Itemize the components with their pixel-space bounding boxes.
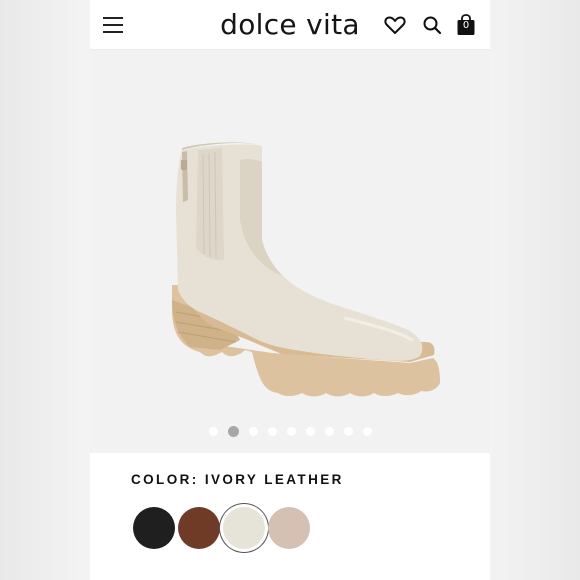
search-icon[interactable]: [420, 13, 444, 37]
swatch-brown[interactable]: [178, 507, 220, 549]
color-label: COLOR:: [131, 472, 199, 487]
product-image-gallery[interactable]: [90, 50, 490, 453]
bag-icon[interactable]: 0: [454, 13, 478, 37]
site-header: dolce vita 0: [90, 0, 490, 50]
bag-count: 0: [462, 20, 470, 31]
backdrop-left: [0, 0, 90, 580]
color-heading: COLOR: IVORY LEATHER: [131, 472, 344, 487]
color-value: IVORY LEATHER: [204, 472, 344, 487]
gallery-dot[interactable]: [227, 426, 239, 437]
gallery-dot[interactable]: [248, 427, 258, 436]
swatch-ivory[interactable]: [223, 507, 265, 549]
product-image: [172, 142, 440, 397]
swatch-black[interactable]: [133, 507, 175, 549]
gallery-dot[interactable]: [324, 427, 334, 436]
gallery-dot[interactable]: [286, 427, 296, 436]
color-swatches: [132, 505, 472, 553]
gallery-dot[interactable]: [305, 427, 315, 436]
product-page: dolce vita 0 COLOR: IVORY LEATHER: [90, 0, 490, 580]
swatch-taupe[interactable]: [268, 507, 310, 549]
gallery-dot[interactable]: [362, 427, 372, 436]
heart-icon[interactable]: [383, 13, 407, 37]
gallery-dot[interactable]: [208, 427, 218, 436]
backdrop-right: [490, 0, 580, 580]
gallery-pagination: [90, 426, 490, 440]
gallery-dot[interactable]: [267, 427, 277, 436]
gallery-dot[interactable]: [343, 427, 353, 436]
